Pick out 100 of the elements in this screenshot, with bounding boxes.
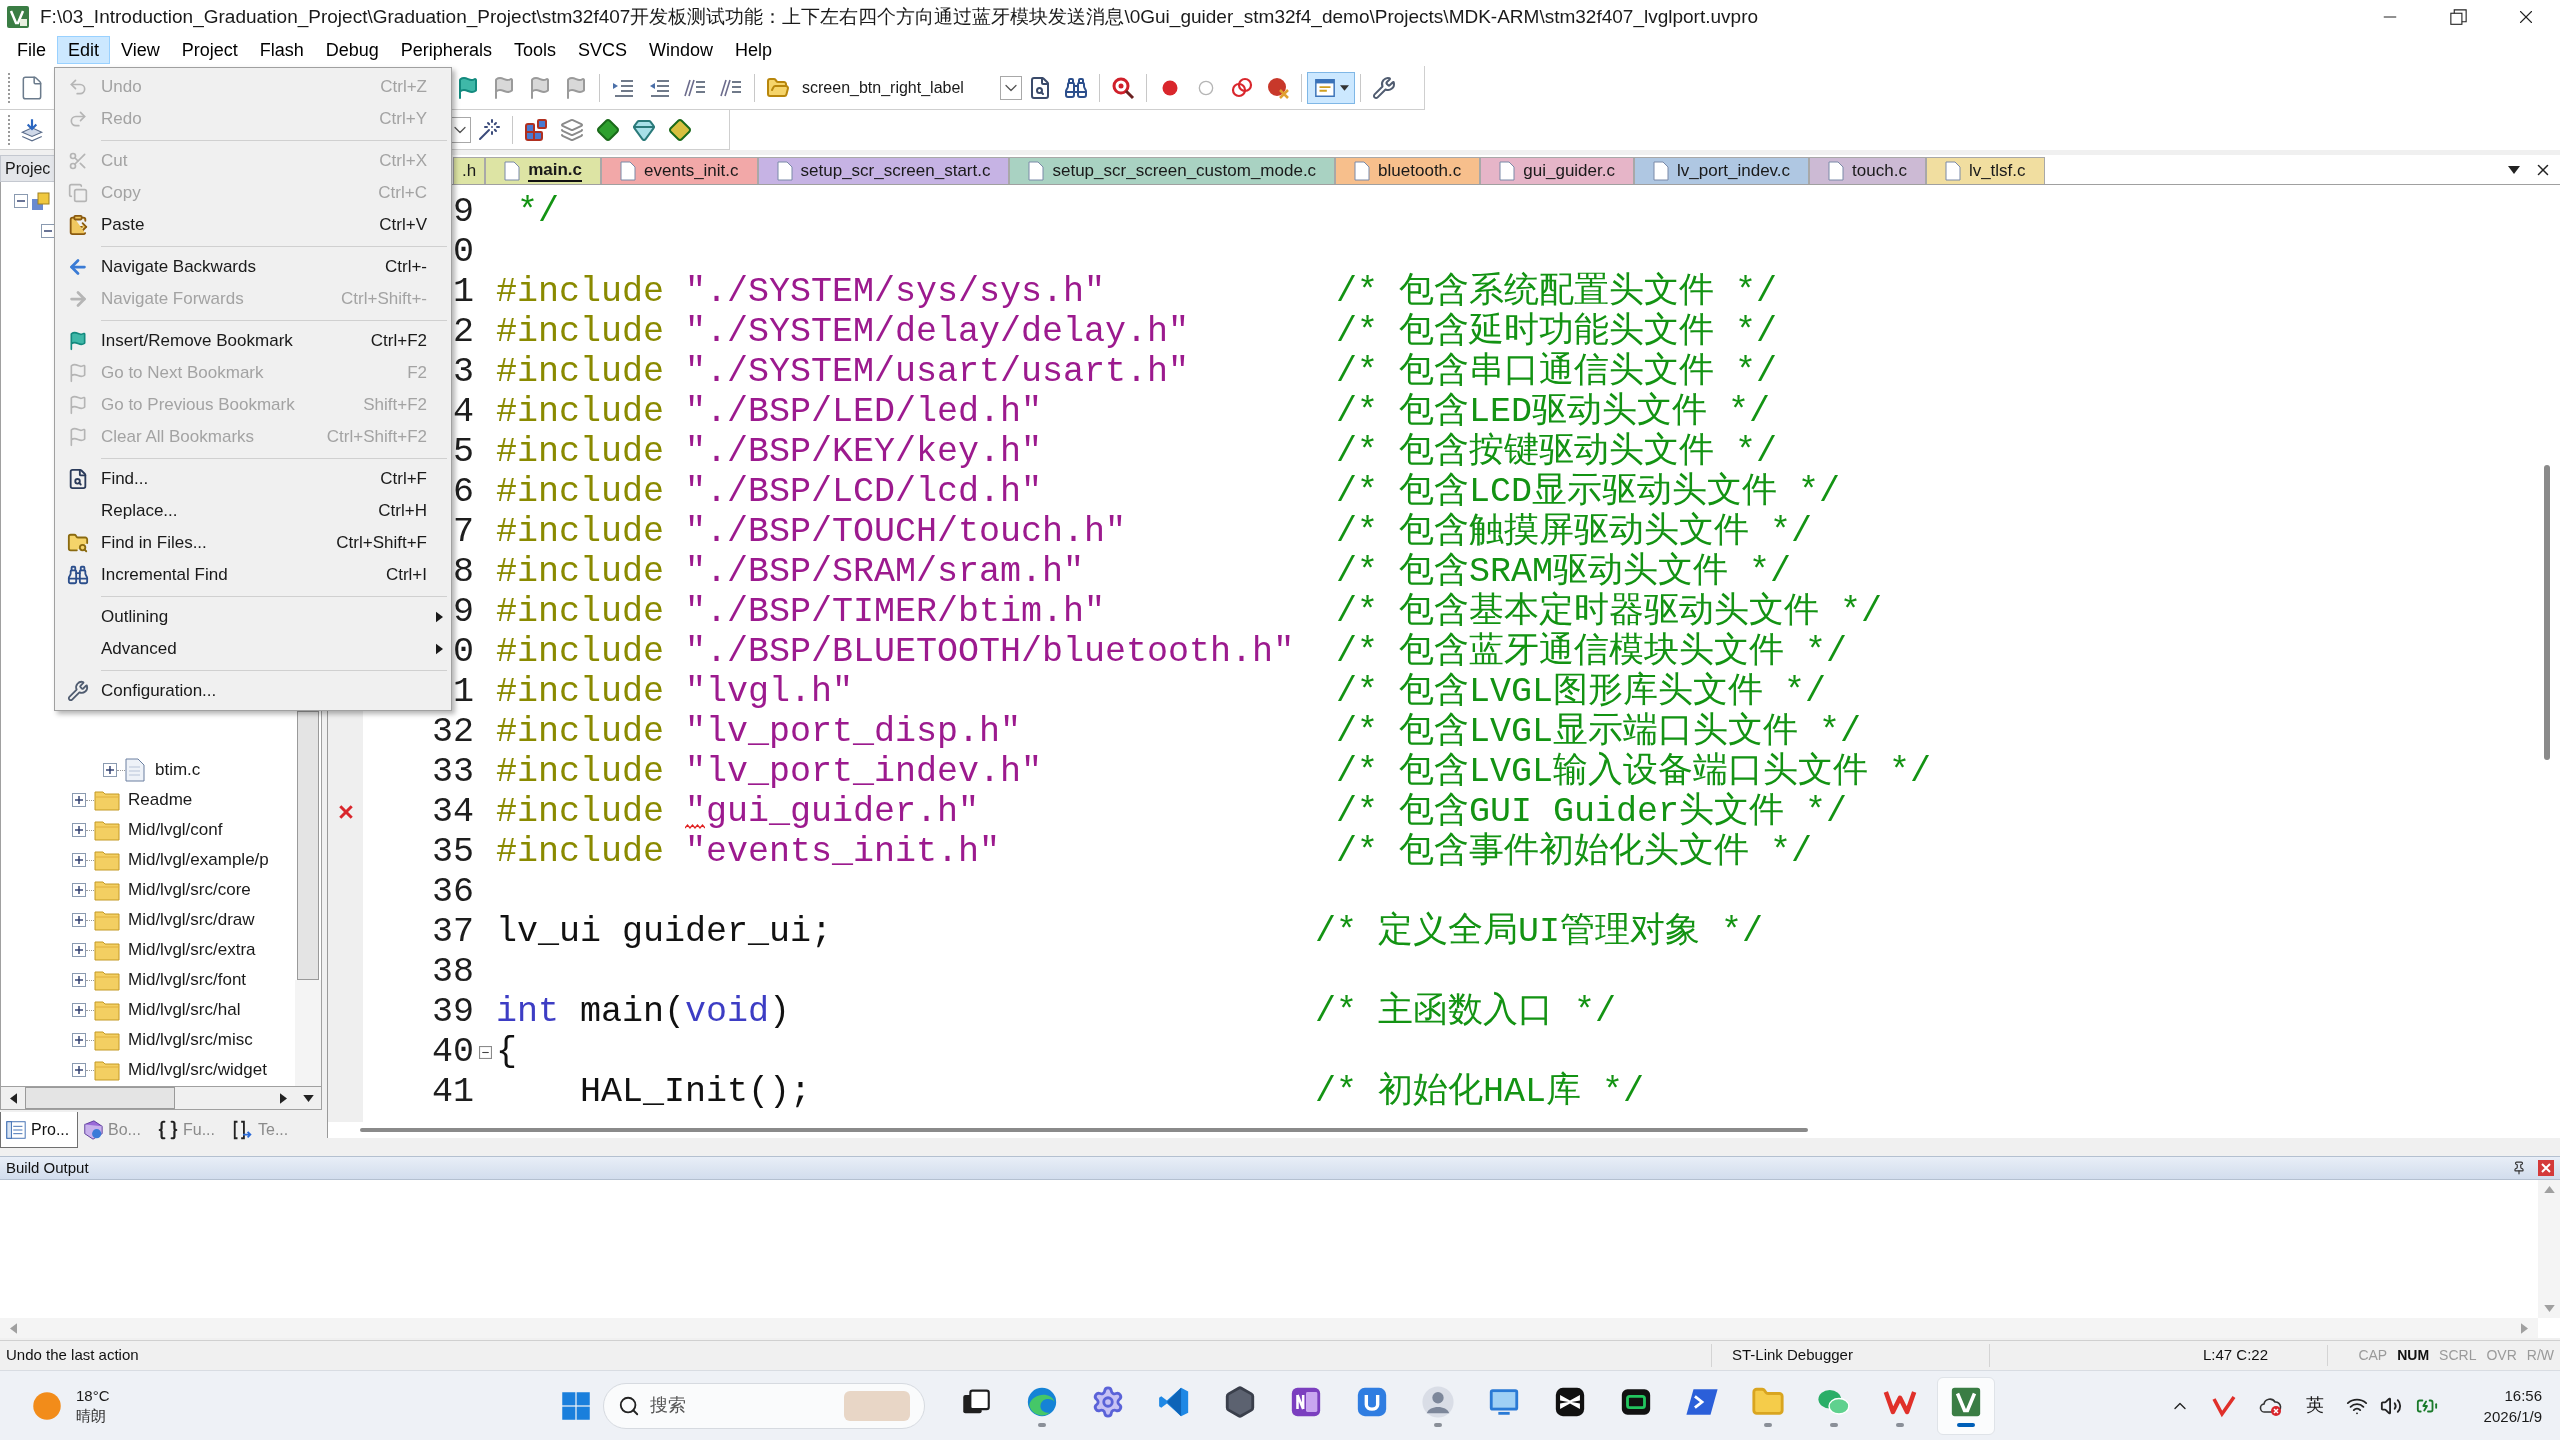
tree-item[interactable]: Mid/lvgl/src/hal — [128, 997, 241, 1023]
menu-item[interactable]: Find... Ctrl+F — [55, 463, 451, 495]
scroll-thumb[interactable] — [360, 1128, 1808, 1132]
menu-bar-item[interactable]: Project — [170, 36, 249, 64]
avatar-icon[interactable] — [1421, 1384, 1455, 1419]
menu-bar-item[interactable]: Edit — [57, 36, 111, 64]
target-combobox[interactable]: screen_btn_right_label — [802, 72, 1022, 103]
tree-item[interactable]: Mid/lvgl/src/widget — [128, 1057, 267, 1083]
expand-icon[interactable] — [103, 763, 117, 777]
folder-open-icon[interactable] — [766, 75, 790, 100]
menu-item[interactable]: Replace... Ctrl+H — [55, 495, 451, 527]
file-tab[interactable]: gui_guider.c — [1480, 157, 1634, 184]
expand-icon[interactable] — [72, 823, 86, 837]
toolbar-gripper[interactable] — [8, 72, 11, 103]
scroll-left-arrow-icon[interactable] — [9, 1092, 17, 1104]
gear-icon[interactable] — [1091, 1384, 1125, 1419]
expand-icon[interactable] — [72, 1033, 86, 1047]
search-field[interactable]: 搜索 — [603, 1382, 925, 1429]
expand-icon[interactable] — [72, 1003, 86, 1017]
tree-item[interactable]: Mid/lvgl/src/draw — [128, 907, 255, 933]
file-tab[interactable]: touch.c — [1809, 157, 1926, 184]
menu-bar-item[interactable]: Flash — [248, 36, 315, 64]
binoculars-icon[interactable] — [1064, 75, 1088, 100]
clock-time[interactable]: 16:56 — [2504, 1384, 2542, 1406]
layout-button[interactable] — [1307, 71, 1355, 104]
expand-icon[interactable] — [72, 853, 86, 867]
flag-icon[interactable] — [564, 75, 588, 100]
expand-icon[interactable] — [72, 973, 86, 987]
fold-collapse-icon[interactable] — [478, 1045, 492, 1059]
clock-date[interactable]: 2026/1/9 — [2483, 1405, 2542, 1427]
diamond-icon[interactable] — [668, 117, 692, 142]
menu-bar-item[interactable]: File — [6, 36, 57, 64]
gem-icon[interactable] — [632, 117, 656, 142]
tree-item[interactable]: Mid/lvgl/src/font — [128, 967, 247, 993]
menu-item[interactable]: Insert/Remove Bookmark Ctrl+F2 — [55, 325, 451, 357]
flag-icon[interactable] — [528, 75, 552, 100]
double-ring-icon[interactable] — [1230, 75, 1254, 100]
tree-item[interactable]: Mid/lvgl/src/misc — [128, 1027, 253, 1053]
menu-item[interactable]: Navigate Backwards Ctrl+- — [55, 251, 451, 283]
tree-item[interactable]: Readme — [128, 787, 193, 813]
triangle-down-icon[interactable] — [2508, 165, 2520, 174]
menu-bar-item[interactable]: Debug — [314, 36, 390, 64]
dot-cross-icon[interactable] — [1266, 75, 1290, 100]
collapse-icon[interactable] — [41, 224, 55, 238]
menu-bar-item[interactable]: Help — [724, 36, 783, 64]
menu-item[interactable]: Outlining — [55, 601, 451, 633]
scroll-right-arrow-icon[interactable] — [279, 1092, 287, 1104]
checkmark-logo-icon[interactable] — [2211, 1393, 2236, 1418]
file-tab[interactable]: lv_tlsf.c — [1925, 157, 2045, 184]
toolbar-gripper[interactable] — [8, 114, 11, 145]
four-squares-icon[interactable] — [561, 1390, 591, 1421]
scroll-thumb[interactable] — [25, 1087, 175, 1109]
menu-bar-item[interactable]: Peripherals — [389, 36, 503, 64]
menu-bar-item[interactable]: View — [110, 36, 171, 64]
menu-item[interactable]: Paste Ctrl+V — [55, 209, 451, 241]
menu-bar-item[interactable]: Window — [637, 36, 724, 64]
tree-item[interactable]: Mid/lvgl/conf — [128, 817, 223, 843]
file-tab[interactable]: setup_scr_screen_start.c — [757, 157, 1010, 184]
wrench-icon[interactable] — [1372, 75, 1396, 100]
collapse-icon[interactable] — [14, 194, 28, 208]
file-tab[interactable]: setup_scr_screen_custom_mode.c — [1009, 157, 1336, 184]
menu-bar-item[interactable]: SVCS — [566, 36, 638, 64]
expand-icon[interactable] — [72, 793, 86, 807]
tree-item[interactable]: btim.c — [155, 757, 201, 783]
tree-item[interactable]: Mid/lvgl/src/extra — [128, 937, 256, 963]
taskbar-button[interactable] — [1937, 1376, 1995, 1435]
menu-item[interactable]: Configuration... — [55, 675, 451, 707]
tree-item[interactable]: Mid/lvgl/src/core — [128, 877, 251, 903]
hexagon-icon[interactable] — [1223, 1384, 1257, 1419]
file-tab[interactable]: events_init.c — [601, 157, 758, 184]
menu-item[interactable]: Advanced — [55, 633, 451, 665]
expand-icon[interactable] — [72, 1063, 86, 1077]
file-search-icon[interactable] — [1028, 75, 1052, 100]
menu-item[interactable]: Find in Files... Ctrl+Shift+F — [55, 527, 451, 559]
pin-icon[interactable] — [2512, 1161, 2526, 1175]
menu-item[interactable]: Incremental Find Ctrl+I — [55, 559, 451, 591]
tree-item[interactable]: Mid/lvgl/example/p — [128, 847, 269, 873]
expand-icon[interactable] — [72, 943, 86, 957]
file-tab[interactable]: lv_port_indev.c — [1634, 157, 1810, 184]
expand-icon[interactable] — [72, 883, 86, 897]
menu-bar-item[interactable]: Tools — [502, 36, 567, 64]
scroll-thumb[interactable] — [2544, 465, 2550, 760]
layers-icon[interactable] — [560, 117, 584, 142]
download-stack-icon[interactable] — [19, 116, 45, 143]
expand-icon[interactable] — [72, 913, 86, 927]
file-tab[interactable]: main.c — [485, 157, 602, 184]
scroll-thumb[interactable] — [297, 711, 319, 980]
file-tab[interactable]: bluetooth.c — [1335, 157, 1481, 184]
flag-icon[interactable] — [492, 75, 516, 100]
file-tab[interactable]: .h — [453, 157, 486, 184]
scroll-down-arrow-icon[interactable] — [302, 1094, 314, 1102]
chevron-down-icon[interactable] — [1000, 75, 1022, 100]
flag-icon[interactable] — [456, 75, 480, 100]
panel-tab[interactable]: Pro... — [0, 1112, 78, 1148]
input-method-indicator[interactable]: 英 — [2305, 1392, 2324, 1419]
restore-icon[interactable] — [2449, 8, 2467, 26]
diamond-icon[interactable] — [596, 117, 620, 142]
wand-icon[interactable] — [477, 117, 501, 142]
blocks-icon[interactable] — [524, 117, 548, 142]
magnifier-icon[interactable] — [1111, 75, 1135, 100]
